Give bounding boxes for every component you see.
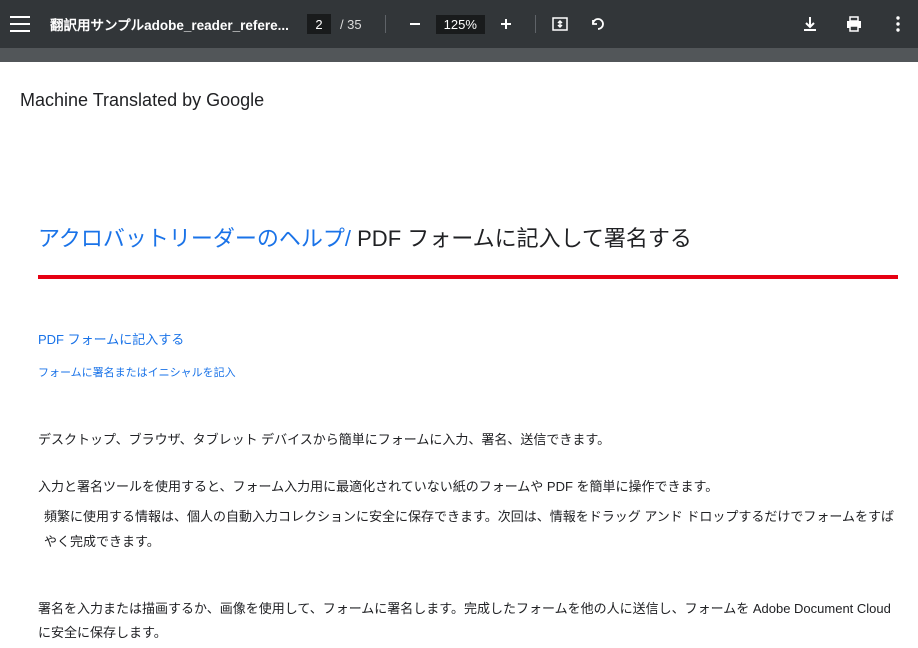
toc-link-fill-form[interactable]: PDF フォームに記入する <box>38 329 898 348</box>
zoom-in-button[interactable] <box>491 9 521 39</box>
menu-icon[interactable] <box>10 16 30 32</box>
title-text: PDF フォームに記入して署名する <box>351 226 692 251</box>
paragraph: 頻繁に使用する情報は、個人の自動入力コレクションに安全に保存できます。次回は、情… <box>38 505 898 554</box>
document-page: Machine Translated by Google アクロバットリーダーの… <box>0 62 918 648</box>
body-content: デスクトップ、ブラウザ、タブレット デバイスから簡単にフォームに入力、署名、送信… <box>38 428 898 646</box>
document-title: 翻訳用サンプルadobe_reader_refere... <box>50 14 289 34</box>
paragraph: デスクトップ、ブラウザ、タブレット デバイスから簡単にフォームに入力、署名、送信… <box>38 428 898 453</box>
title-prefix-link[interactable]: アクロバットリーダーのヘルプ/ <box>38 226 351 251</box>
pdf-viewer-toolbar: 翻訳用サンプルadobe_reader_refere... / 35 125% <box>0 0 918 48</box>
translation-notice: Machine Translated by Google <box>20 90 898 111</box>
print-button[interactable] <box>844 14 864 34</box>
more-options-button[interactable] <box>888 14 908 34</box>
rotate-button[interactable] <box>588 14 608 34</box>
paragraph: 入力と署名ツールを使用すると、フォーム入力用に最適化されていない紙のフォームや … <box>38 475 898 500</box>
page-number-input[interactable] <box>307 14 331 34</box>
title-underline <box>38 275 898 279</box>
download-button[interactable] <box>800 14 820 34</box>
page-total-label: / 35 <box>340 17 362 32</box>
divider <box>385 15 386 33</box>
paragraph: 署名を入力または描画するか、画像を使用して、フォームに署名します。完成したフォー… <box>38 597 898 646</box>
divider <box>535 15 536 33</box>
toc-link-sign-form[interactable]: フォームに署名またはイニシャルを記入 <box>38 364 898 380</box>
page-title: アクロバットリーダーのヘルプ/ PDF フォームに記入して署名する <box>38 221 898 253</box>
fit-page-button[interactable] <box>550 14 570 34</box>
zoom-level-display[interactable]: 125% <box>436 15 485 34</box>
zoom-out-button[interactable] <box>400 9 430 39</box>
